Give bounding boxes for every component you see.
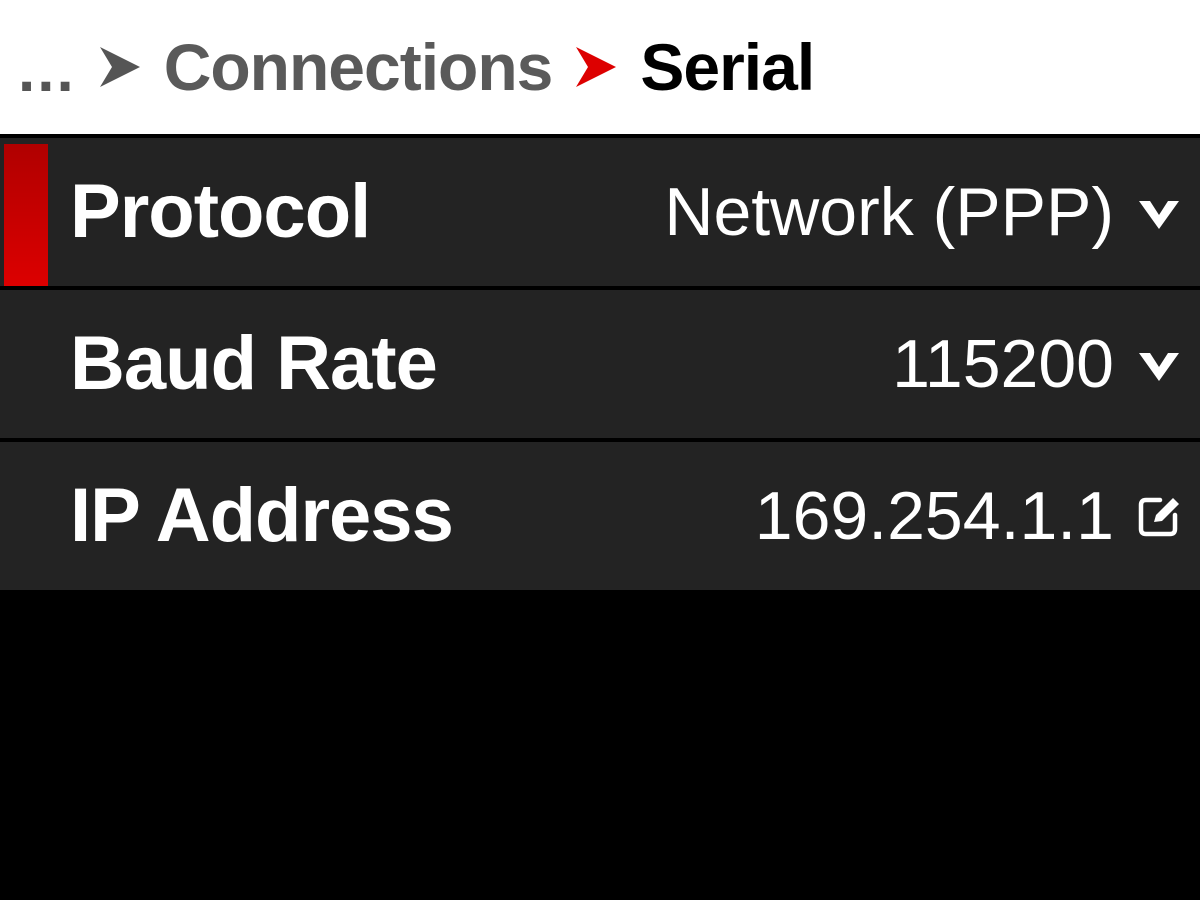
chevron-down-icon[interactable] [1136, 189, 1182, 235]
setting-row-baud-rate[interactable]: Baud Rate 115200 [0, 286, 1200, 438]
setting-value: 115200 [892, 326, 1114, 402]
edit-icon[interactable] [1136, 493, 1182, 539]
chevron-right-icon [96, 45, 142, 89]
setting-label: Baud Rate [70, 321, 438, 406]
breadcrumb: ... Connections Serial [0, 0, 1200, 134]
breadcrumb-current: Serial [640, 30, 815, 104]
chevron-right-icon [572, 45, 618, 89]
setting-value: Network (PPP) [664, 174, 1114, 250]
focus-indicator [4, 144, 48, 288]
serial-settings-screen: ... Connections Serial Protocol Network … [0, 0, 1200, 900]
chevron-down-icon[interactable] [1136, 341, 1182, 387]
setting-row-protocol[interactable]: Protocol Network (PPP) [0, 134, 1200, 288]
breadcrumb-ellipsis[interactable]: ... [18, 40, 76, 102]
setting-value: 169.254.1.1 [754, 478, 1114, 554]
settings-list: Protocol Network (PPP) Baud Rate 115200 … [0, 134, 1200, 594]
setting-row-ip-address[interactable]: IP Address 169.254.1.1 [0, 438, 1200, 594]
setting-label: IP Address [70, 473, 454, 558]
breadcrumb-connections[interactable]: Connections [164, 34, 554, 100]
setting-label: Protocol [70, 169, 371, 254]
